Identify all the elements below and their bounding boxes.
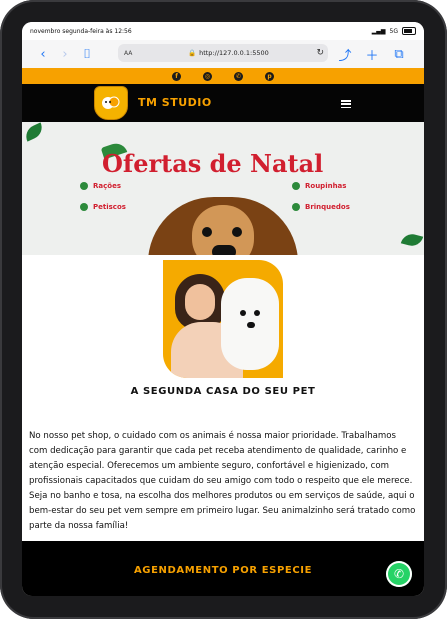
category-label: Rações [93,182,121,190]
brand-name[interactable]: TM STUDIO [138,96,212,109]
leaf-left-decoration [22,122,46,142]
christmas-offers-banner[interactable]: Ofertas de Natal Rações Petiscos Roupinh… [22,122,424,255]
dog-eye-left [202,227,212,237]
url-field[interactable]: 🔒 http://127.0.0.1:5500 [188,49,269,57]
back-icon[interactable]: ‹ [32,43,54,65]
status-right: ▂▄▆ 5G [372,27,416,35]
signal-icon: ▂▄▆ [371,27,386,35]
tablet-frame: novembro segunda-feira às 12:56 ▂▄▆ 5G ‹… [0,0,447,619]
logo-pets-icon [102,96,120,109]
about-paragraph: No nosso pet shop, o cuidado com os anim… [29,430,416,532]
category-label: Brinquedos [305,203,350,211]
dog-nose [212,245,236,255]
dog-eye-right [232,227,242,237]
tabs-icon[interactable]: ⧉ [388,43,410,65]
paw-icon [80,203,88,211]
menu-icon[interactable] [341,100,351,108]
dog-image [148,197,298,255]
text-size-button[interactable]: AA [124,50,132,57]
browser-toolbar: ‹ › ⌷ AA 🔒 http://127.0.0.1:5500 ↻ ⤴ ＋ ⧉ [22,40,424,69]
category-label: Petiscos [93,203,126,211]
forward-icon[interactable]: › [54,43,76,65]
paw-icon [80,182,88,190]
scheduling-section: AGENDAMENTO POR ESPECIE ✆ [22,541,424,596]
site-logo[interactable] [94,86,128,120]
whatsapp-float-button[interactable]: ✆ [386,561,412,587]
status-datetime: novembro segunda-feira às 12:56 [30,27,132,35]
paw-icon [292,182,300,190]
address-bar[interactable]: AA 🔒 http://127.0.0.1:5500 ↻ [118,44,328,62]
category-brinquedos: Brinquedos [292,203,350,211]
section-title: A SEGUNDA CASA DO SEU PET [130,386,316,397]
social-bar: f ◎ ✆ p [22,68,424,84]
bookmarks-icon[interactable]: ⌷ [76,43,98,65]
facebook-icon[interactable]: f [172,71,181,81]
whatsapp-icon[interactable]: ✆ [234,71,243,81]
leaf-right-decoration [400,231,424,249]
new-tab-icon[interactable]: ＋ [361,43,383,65]
share-icon[interactable]: ⤴ [334,43,356,65]
dog-ear-left [229,288,241,304]
status-bar: novembro segunda-feira às 12:56 ▂▄▆ 5G [22,22,424,40]
reload-icon[interactable]: ↻ [316,48,324,58]
url-text: http://127.0.0.1:5500 [199,49,269,57]
woman-face [185,284,215,320]
category-racoes: Rações [80,182,121,190]
dog-ear-right [255,288,267,304]
scheduling-title: AGENDAMENTO POR ESPECIE [133,565,313,576]
whatsapp-icon: ✆ [393,567,405,581]
category-label: Roupinhas [305,182,347,190]
paw-icon [292,203,300,211]
category-roupinhas: Roupinhas [292,182,346,190]
banner-title: Ofertas de Natal [102,149,324,178]
pinterest-icon[interactable]: p [265,71,274,81]
white-dog [221,278,279,370]
screen: novembro segunda-feira às 12:56 ▂▄▆ 5G ‹… [22,22,424,596]
category-petiscos: Petiscos [80,203,126,211]
battery-icon [402,27,416,35]
signal-type: 5G [389,27,398,35]
dog-face [192,205,254,255]
owner-pet-photo [163,260,283,378]
site-navbar: TM STUDIO [22,84,424,122]
lock-icon: 🔒 [188,49,197,57]
instagram-icon[interactable]: ◎ [203,71,212,81]
